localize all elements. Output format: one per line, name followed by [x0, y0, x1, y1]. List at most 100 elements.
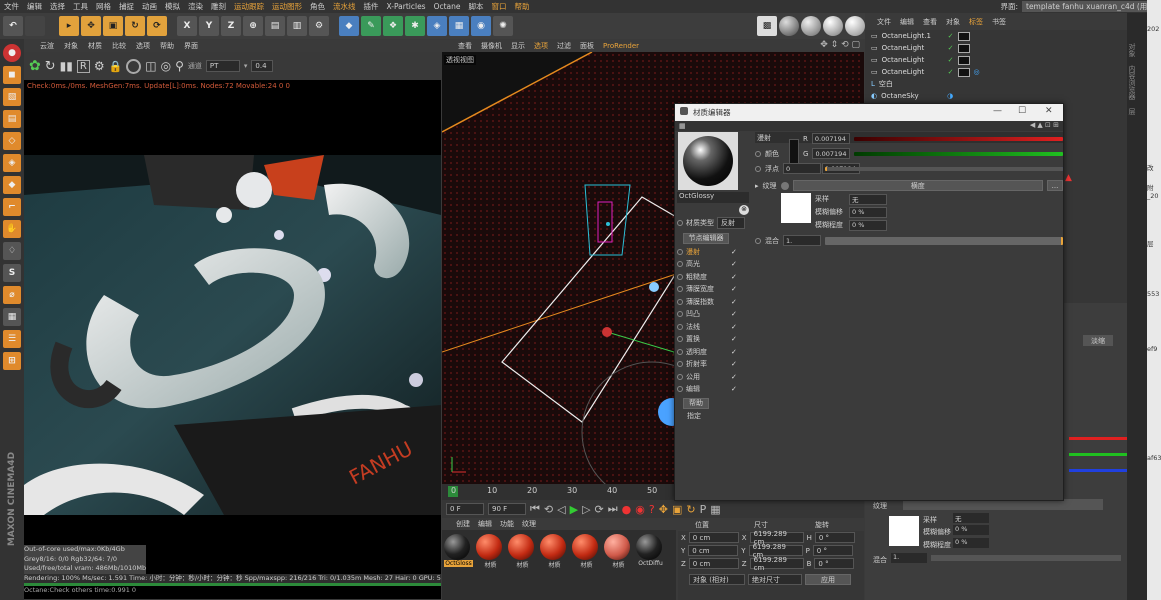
channel-check-icon[interactable]: ✓ — [731, 273, 737, 281]
attr-tab[interactable]: 淡缩 — [1083, 335, 1113, 346]
visibility-check-icon[interactable]: ✓ — [948, 56, 954, 64]
texture-more-button[interactable]: ... — [1047, 180, 1063, 191]
restart-icon[interactable]: ↻ — [45, 59, 56, 74]
visibility-check-icon[interactable]: ✓ — [948, 32, 954, 40]
close-icon[interactable]: ✕ — [1045, 106, 1053, 116]
blur-degree-field[interactable]: 0 % — [849, 219, 887, 231]
position-z-field[interactable]: 0 cm — [688, 558, 739, 569]
workplane-icon[interactable]: ▤ — [3, 110, 21, 128]
go-start-icon[interactable]: ⏮ — [530, 502, 540, 516]
mat-menu-texture[interactable]: 纹理 — [522, 519, 536, 529]
scale-icon[interactable]: ▣ — [103, 16, 123, 36]
channel-check-icon[interactable]: ✓ — [731, 373, 737, 381]
key-move-icon[interactable]: ✥ — [659, 503, 668, 516]
undo-icon[interactable]: ↶ — [3, 16, 23, 36]
channel-row[interactable]: 凹凸 ✓ — [677, 308, 749, 321]
render-view-icon[interactable]: ▤ — [265, 16, 285, 36]
material-item[interactable]: 材质 — [508, 534, 537, 569]
vp-menu-prorender[interactable]: ProRender — [603, 42, 639, 50]
deformer-icon[interactable]: ◈ — [427, 16, 447, 36]
channel-row[interactable]: 法线 ✓ — [677, 321, 749, 334]
mat-menu-function[interactable]: 功能 — [500, 519, 514, 529]
live-menu-cloud[interactable]: 云渲 — [40, 41, 54, 51]
key-param-icon[interactable]: P — [700, 503, 707, 516]
key-pla-icon[interactable]: ▦ — [710, 503, 720, 516]
material-ball3-icon[interactable] — [823, 16, 843, 36]
live-select-icon[interactable]: ▸ — [59, 16, 79, 36]
mat-menu-create[interactable]: 创建 — [456, 519, 470, 529]
rotation-b-field[interactable]: 0 ° — [814, 558, 855, 569]
channel-row[interactable]: 透明度 ✓ — [677, 346, 749, 359]
visibility-check-icon[interactable]: ✓ — [948, 68, 954, 76]
help-button[interactable]: 帮助 — [683, 397, 709, 409]
channel-row[interactable]: 高光 ✓ — [677, 258, 749, 271]
model-mode-icon[interactable]: ◼ — [3, 66, 21, 84]
menu-motion-track[interactable]: 运动跟踪 — [230, 1, 268, 12]
attr-green-slider[interactable] — [1069, 453, 1127, 456]
object-row[interactable]: L 空白 — [865, 78, 1127, 90]
menu-snap[interactable]: 捕捉 — [115, 1, 138, 12]
pause-icon[interactable]: ▮▮ — [60, 59, 73, 73]
axis-y-button[interactable]: Y — [199, 16, 219, 36]
size-mode-select[interactable]: 绝对尺寸 — [748, 574, 802, 585]
send-scene-icon[interactable]: ✿ — [29, 58, 41, 74]
float-radio[interactable] — [755, 165, 761, 172]
obj-menu-tags[interactable]: 标签 — [969, 17, 983, 27]
position-x-field[interactable]: 0 cm — [688, 532, 739, 543]
live-menu-objects[interactable]: 对象 — [64, 41, 78, 51]
channel-check-icon[interactable]: ✓ — [731, 298, 737, 306]
object-row[interactable]: ▭ OctaneLight ✓ — [865, 42, 1127, 54]
vp-menu-camera[interactable]: 摄像机 — [481, 41, 502, 51]
channel-row[interactable]: 薄膜指数 ✓ — [677, 296, 749, 309]
move-icon[interactable]: ✥ — [81, 16, 101, 36]
tweak-mode-icon[interactable]: ✋ — [3, 220, 21, 238]
attr-blur-degree-field[interactable]: 0 % — [953, 538, 989, 548]
grid-icon[interactable]: ▦ — [3, 308, 21, 326]
render-settings-icon[interactable]: ⚙ — [309, 16, 329, 36]
float-field[interactable]: 0 — [783, 163, 821, 174]
checker-icon[interactable]: ▩ — [757, 16, 777, 36]
r-slider[interactable] — [853, 136, 1063, 141]
axis-x-button[interactable]: X — [177, 16, 197, 36]
size-z-field[interactable]: 6199.289 cm — [749, 556, 804, 572]
octane-light-tag-icon[interactable] — [957, 55, 970, 65]
menu-tools[interactable]: 工具 — [69, 1, 92, 12]
material-ball2-icon[interactable] — [801, 16, 821, 36]
polygons-mode-icon[interactable]: ◆ — [3, 176, 21, 194]
go-end-icon[interactable]: ⏭ — [608, 502, 618, 516]
menu-script[interactable]: 脚本 — [465, 1, 488, 12]
material-item[interactable]: OctDiffu — [636, 534, 665, 569]
sample-select[interactable]: 无 — [849, 193, 887, 205]
rotation-p-field[interactable]: 0 ° — [812, 545, 853, 556]
camera-icon[interactable]: ◉ — [471, 16, 491, 36]
texture-preview-swatch[interactable] — [781, 193, 811, 223]
assign-tab[interactable]: 指定 — [677, 411, 749, 421]
menu-window[interactable]: 窗口 — [488, 1, 511, 12]
lock-axis-icon[interactable]: ⊞ — [3, 352, 21, 370]
channel-check-icon[interactable]: ✓ — [731, 310, 737, 318]
dialog-titlebar[interactable]: 材质编辑器 — ☐ ✕ — [675, 104, 1063, 121]
region-render-icon[interactable]: R — [76, 59, 90, 73]
axis-z-button[interactable]: Z — [221, 16, 241, 36]
channel-row[interactable]: 置换 ✓ — [677, 333, 749, 346]
pen-icon[interactable]: ✎ — [361, 16, 381, 36]
obj-menu-edit[interactable]: 编辑 — [900, 17, 914, 27]
dialog-nav-icons[interactable]: ◀ ▲ ⊡ ⊞ — [1030, 121, 1059, 129]
attr-red-slider[interactable] — [1069, 437, 1127, 440]
frame-start-field[interactable]: 0 F — [446, 503, 484, 515]
object-row[interactable]: ▭ OctaneLight.1 ✓ — [865, 30, 1127, 42]
light-icon[interactable]: ✺ — [493, 16, 513, 36]
channel-dropdown-icon[interactable]: ▾ — [244, 62, 248, 70]
float-slider[interactable] — [825, 166, 1063, 171]
live-menu-interface[interactable]: 界面 — [184, 41, 198, 51]
cube-icon[interactable]: ◆ — [339, 16, 359, 36]
position-y-field[interactable]: 0 cm — [688, 545, 739, 556]
object-row[interactable]: ▭ OctaneLight ✓ ◎ — [865, 66, 1127, 78]
lock-icon[interactable]: 🔒 — [109, 60, 123, 73]
material-item[interactable]: 材质 — [476, 534, 505, 569]
channel-row[interactable]: 编辑 ✓ — [677, 383, 749, 396]
channel-check-icon[interactable]: ✓ — [731, 248, 737, 256]
texture-mode-icon[interactable]: ▧ — [3, 88, 21, 106]
live-menu-materials[interactable]: 材质 — [88, 41, 102, 51]
sky-tag-icon[interactable]: ◑ — [947, 92, 953, 100]
